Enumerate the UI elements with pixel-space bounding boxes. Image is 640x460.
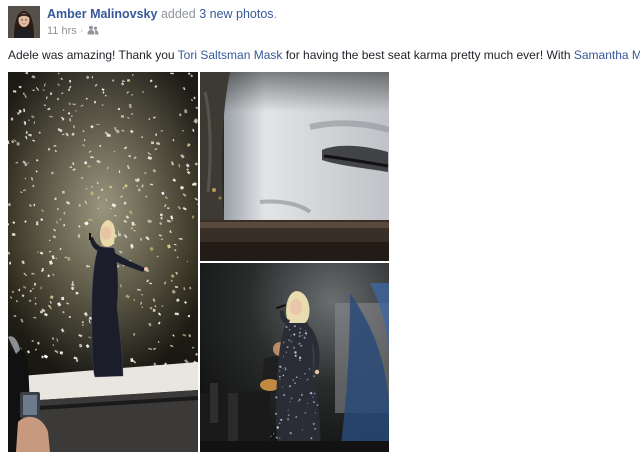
tagged-friend-link[interactable]: Tori Saltsman Mask xyxy=(178,48,283,62)
tagged-friend-link[interactable]: Samantha Mask xyxy=(574,48,640,62)
post-meta: 11 hrs · xyxy=(47,25,99,38)
post-header: Amber Malinovsky added 3 new photos. xyxy=(47,7,277,21)
author-name-link[interactable]: Amber Malinovsky xyxy=(47,7,157,21)
meta-separator: · xyxy=(79,25,84,37)
photo-singer-sequin-dress[interactable] xyxy=(200,263,389,452)
friends-icon[interactable] xyxy=(87,25,99,38)
header-period: . xyxy=(273,7,278,21)
post-text-segment: for having the best seat karma pretty mu… xyxy=(282,48,574,62)
feed-post: Amber Malinovsky added 3 new photos. 11 … xyxy=(0,0,640,460)
author-avatar[interactable] xyxy=(8,6,40,38)
post-message: Adele was amazing! Thank you Tori Saltsm… xyxy=(8,48,640,62)
new-photos-link[interactable]: 3 new photos xyxy=(199,7,273,21)
post-text-segment: Adele was amazing! Thank you xyxy=(8,48,178,62)
photo-concert-confetti[interactable] xyxy=(8,72,198,452)
added-text: added xyxy=(160,7,196,21)
post-timestamp[interactable]: 11 hrs xyxy=(47,25,77,37)
photo-screen-eye-closeup[interactable] xyxy=(200,72,389,261)
